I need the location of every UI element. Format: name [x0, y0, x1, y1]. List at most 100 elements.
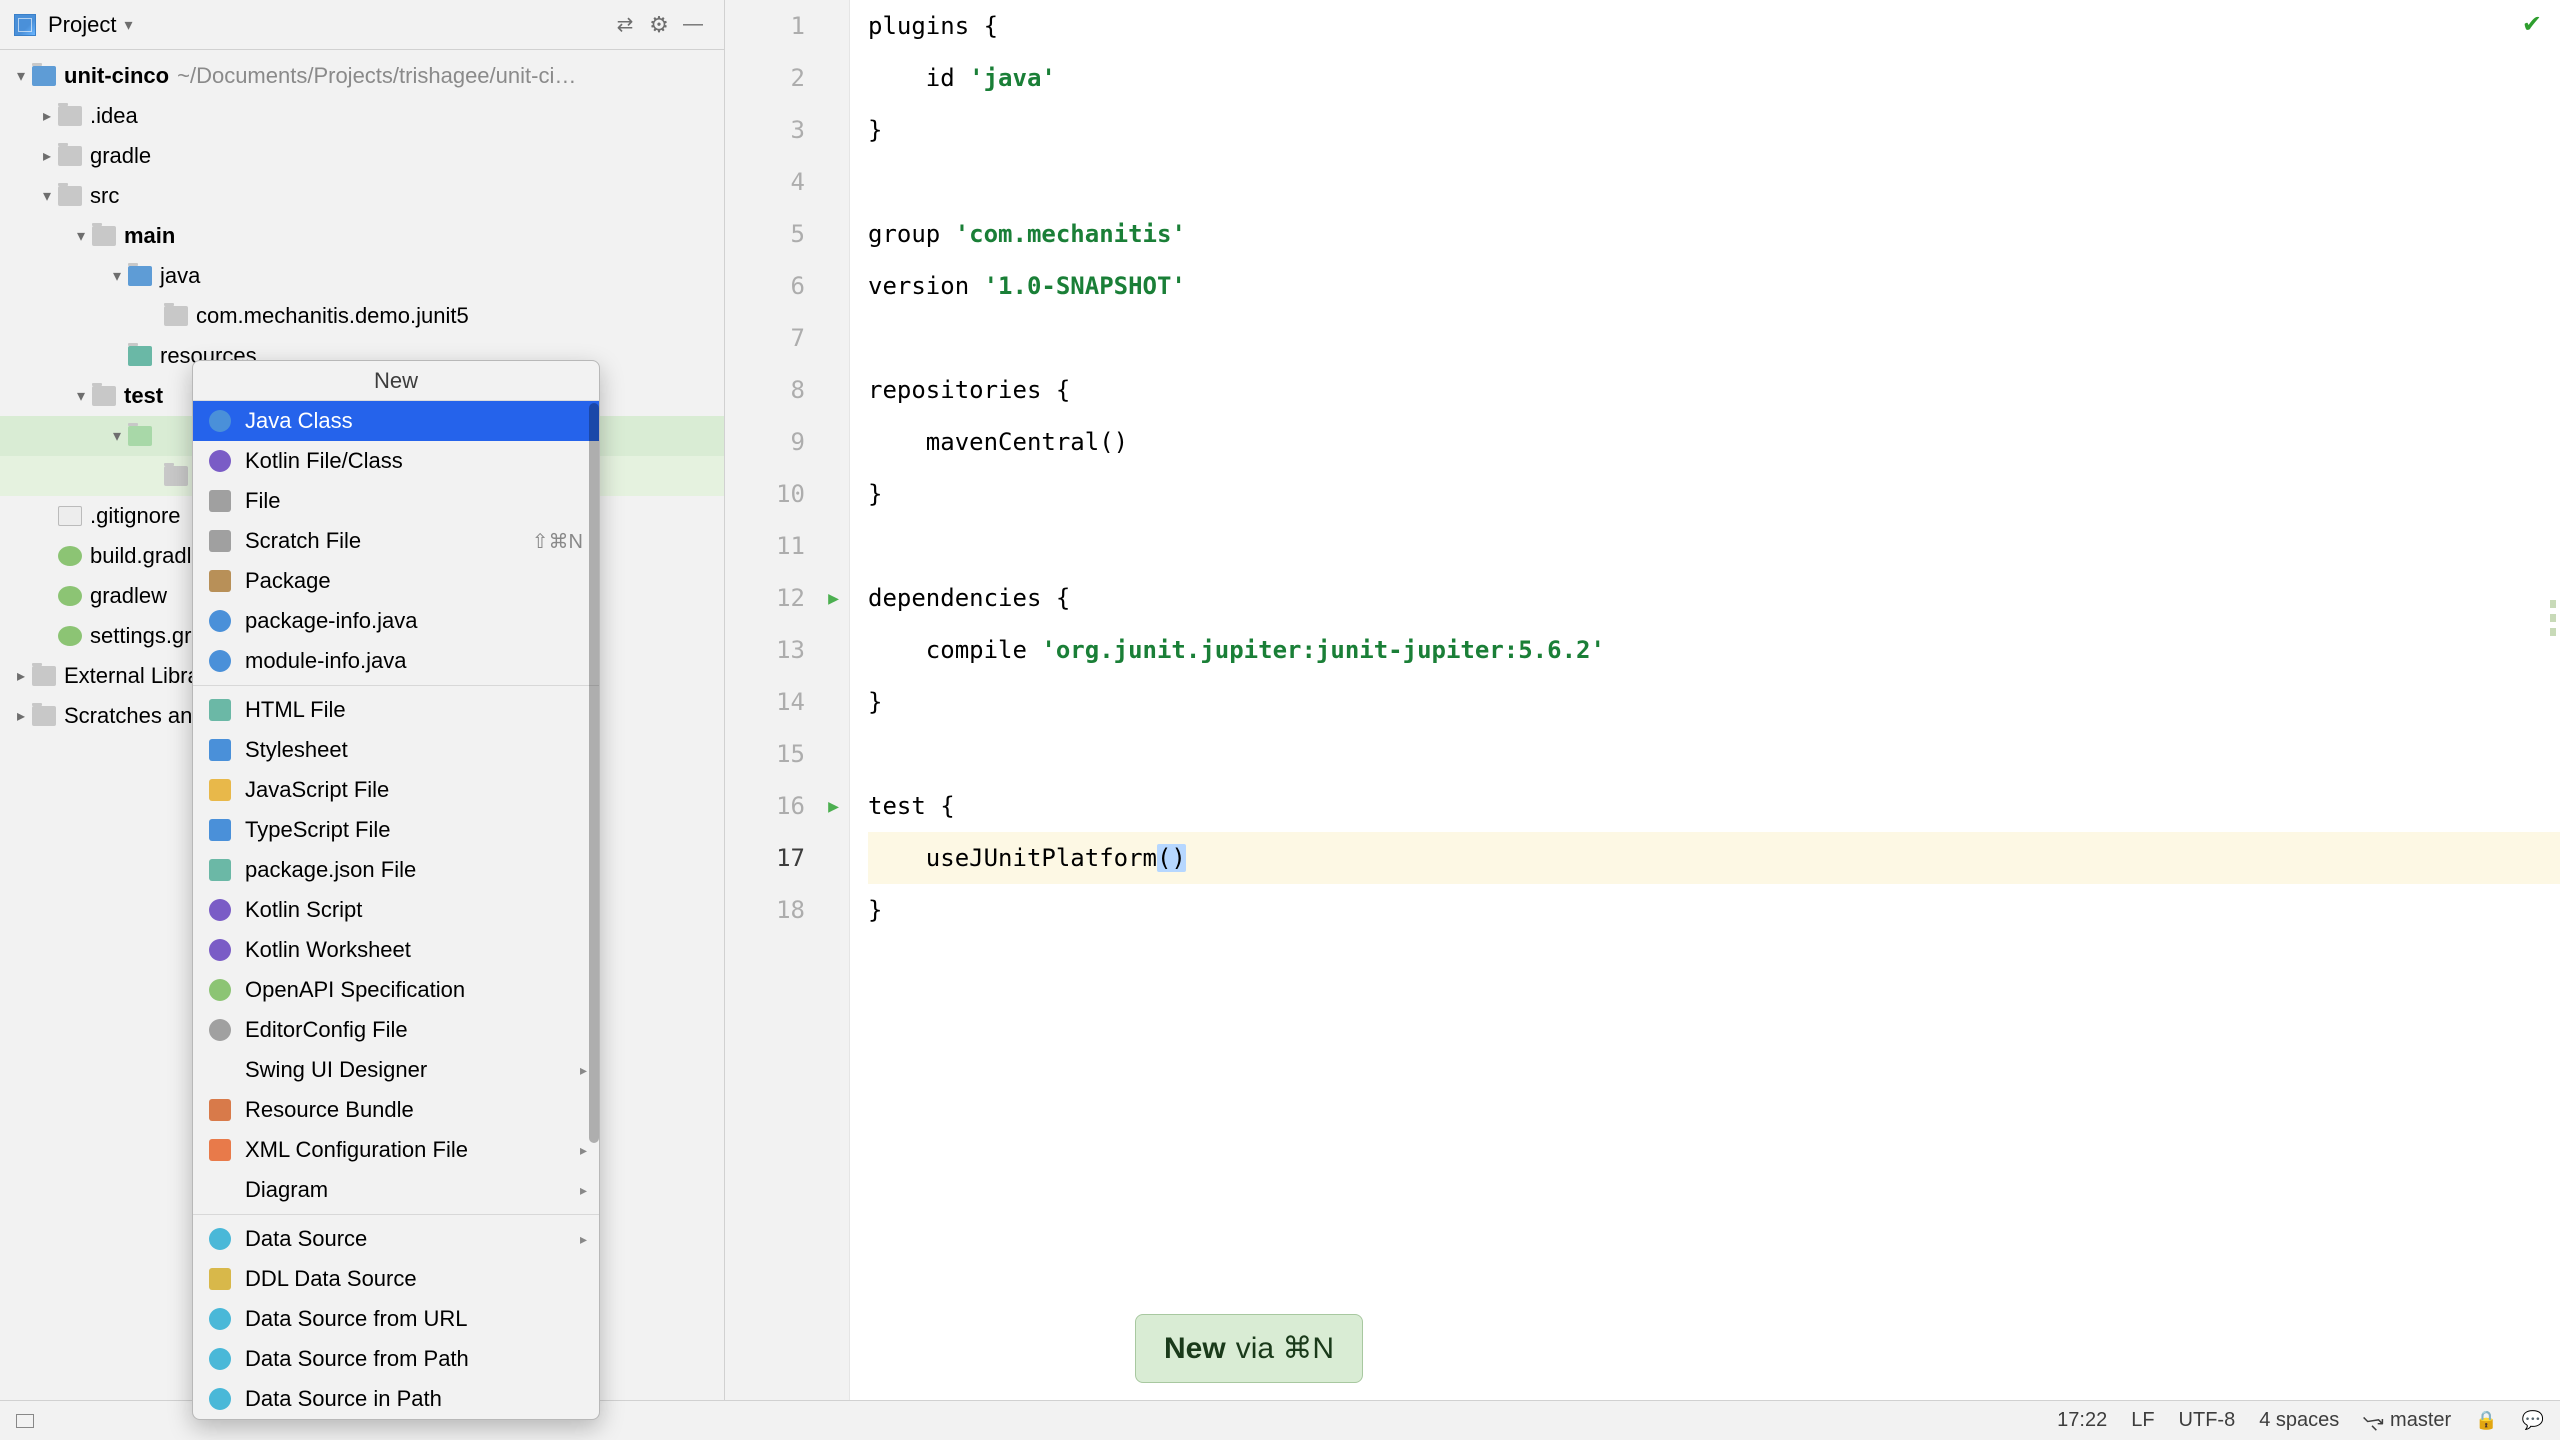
folder-icon: [58, 146, 82, 166]
popup-item[interactable]: Kotlin File/Class: [193, 441, 599, 481]
run-gutter-icon[interactable]: ▶: [828, 588, 839, 609]
popup-item[interactable]: Diagram▸: [193, 1170, 599, 1210]
gutter-line[interactable]: 3: [725, 104, 849, 156]
popup-item[interactable]: HTML File: [193, 690, 599, 730]
tree-item-package[interactable]: com.mechanitis.demo.junit5: [0, 296, 724, 336]
branch-icon: ⎇: [2359, 1406, 2389, 1436]
gutter-line[interactable]: 10: [725, 468, 849, 520]
popup-item[interactable]: package.json File: [193, 850, 599, 890]
popup-item[interactable]: Package: [193, 561, 599, 601]
popup-item[interactable]: package-info.java: [193, 601, 599, 641]
gutter-line[interactable]: 14: [725, 676, 849, 728]
error-stripe[interactable]: [2550, 600, 2556, 642]
gutter-line[interactable]: 15: [725, 728, 849, 780]
chevron-down-icon[interactable]: ▾: [70, 386, 92, 406]
collapse-icon[interactable]: —: [676, 8, 710, 42]
popup-item[interactable]: Data Source in Path: [193, 1379, 599, 1419]
gutter-line[interactable]: 18: [725, 884, 849, 936]
chevron-down-icon[interactable]: ▾: [10, 66, 32, 86]
popup-item[interactable]: Kotlin Script: [193, 890, 599, 930]
file-type-icon: [209, 1019, 231, 1041]
popup-item[interactable]: JavaScript File: [193, 770, 599, 810]
file-type-icon: [209, 1308, 231, 1330]
popup-divider: [193, 685, 599, 686]
chevron-down-icon[interactable]: ▾: [70, 226, 92, 246]
popup-item[interactable]: EditorConfig File: [193, 1010, 599, 1050]
popup-item[interactable]: Kotlin Worksheet: [193, 930, 599, 970]
lock-icon[interactable]: 🔒: [2475, 1410, 2497, 1431]
gutter-line[interactable]: 1: [725, 0, 849, 52]
popup-item[interactable]: OpenAPI Specification: [193, 970, 599, 1010]
popup-item[interactable]: Scratch File⇧⌘N: [193, 521, 599, 561]
gradle-icon: [58, 586, 82, 606]
popup-item[interactable]: File: [193, 481, 599, 521]
chevron-right-icon[interactable]: ▸: [10, 666, 32, 686]
popup-item[interactable]: Data Source from Path: [193, 1339, 599, 1379]
gutter-line[interactable]: 2: [725, 52, 849, 104]
tree-item-main[interactable]: ▾ main: [0, 216, 724, 256]
code-token: {: [940, 792, 954, 820]
popup-item-label: Stylesheet: [245, 737, 348, 763]
gutter-line[interactable]: 13: [725, 624, 849, 676]
popup-item[interactable]: DDL Data Source: [193, 1259, 599, 1299]
chat-icon[interactable]: 💬: [2522, 1410, 2544, 1431]
gutter-line[interactable]: 6: [725, 260, 849, 312]
popup-item-label: Swing UI Designer: [245, 1057, 427, 1083]
tree-item-src[interactable]: ▾ src: [0, 176, 724, 216]
gutter-line[interactable]: 11: [725, 520, 849, 572]
select-opened-file-icon[interactable]: ⇄: [608, 8, 642, 42]
tree-label: gradle: [90, 143, 151, 169]
popup-scrollbar[interactable]: [587, 403, 599, 1223]
status-toolwindow-icon[interactable]: [16, 1414, 34, 1428]
inspection-ok-icon[interactable]: ✔: [2522, 10, 2542, 39]
code-token: id: [868, 64, 969, 92]
popup-item[interactable]: Java Class: [193, 401, 599, 441]
branch-label: master: [2390, 1409, 2451, 1432]
status-encoding[interactable]: UTF-8: [2179, 1409, 2236, 1432]
popup-item[interactable]: Swing UI Designer ▸: [193, 1050, 599, 1090]
gutter-line[interactable]: 9: [725, 416, 849, 468]
code-area[interactable]: plugins { id 'java' } group 'com.mechani…: [850, 0, 2560, 1440]
test-folder-icon: [128, 426, 152, 446]
chevron-right-icon[interactable]: ▸: [36, 106, 58, 126]
gutter-line[interactable]: 12▶: [725, 572, 849, 624]
gutter-line[interactable]: 7: [725, 312, 849, 364]
chevron-down-icon[interactable]: ▾: [124, 15, 132, 35]
gutter-line[interactable]: 8: [725, 364, 849, 416]
chevron-down-icon[interactable]: ▾: [106, 426, 128, 446]
popup-item-label: DDL Data Source: [245, 1266, 417, 1292]
tree-item-gradle[interactable]: ▸ gradle: [0, 136, 724, 176]
gutter-line[interactable]: 5: [725, 208, 849, 260]
code-token: }: [868, 480, 882, 508]
code-token: }: [868, 116, 882, 144]
status-indent[interactable]: 4 spaces: [2259, 1409, 2339, 1432]
tree-item-java[interactable]: ▾ java: [0, 256, 724, 296]
project-panel-header: Project ▾ ⇄ ⚙ —: [0, 0, 724, 50]
gutter-line[interactable]: 17: [725, 832, 849, 884]
chevron-right-icon[interactable]: ▸: [10, 706, 32, 726]
popup-item[interactable]: TypeScript File: [193, 810, 599, 850]
popup-item[interactable]: Data Source▸: [193, 1219, 599, 1259]
popup-item[interactable]: XML Configuration File▸: [193, 1130, 599, 1170]
popup-item[interactable]: module-info.java: [193, 641, 599, 681]
project-panel-title[interactable]: Project: [48, 12, 116, 38]
chevron-down-icon[interactable]: ▾: [36, 186, 58, 206]
chevron-right-icon[interactable]: ▸: [36, 146, 58, 166]
tree-item-idea[interactable]: ▸ .idea: [0, 96, 724, 136]
gutter-line[interactable]: 16▶: [725, 780, 849, 832]
file-type-icon: [209, 1099, 231, 1121]
popup-item[interactable]: Data Source from URL: [193, 1299, 599, 1339]
status-line-separator[interactable]: LF: [2131, 1409, 2154, 1432]
file-type-icon: [209, 899, 231, 921]
chevron-down-icon[interactable]: ▾: [106, 266, 128, 286]
tree-root[interactable]: ▾ unit-cinco ~/Documents/Projects/trisha…: [0, 56, 724, 96]
code-token: group: [868, 220, 955, 248]
popup-item[interactable]: Resource Bundle: [193, 1090, 599, 1130]
run-gutter-icon[interactable]: ▶: [828, 796, 839, 817]
popup-item[interactable]: Stylesheet: [193, 730, 599, 770]
submenu-arrow-icon: ▸: [580, 1062, 587, 1079]
status-git-branch[interactable]: ⎇ master: [2363, 1409, 2451, 1432]
gear-icon[interactable]: ⚙: [642, 8, 676, 42]
gutter-line[interactable]: 4: [725, 156, 849, 208]
popup-scrollbar-thumb[interactable]: [589, 403, 599, 1143]
